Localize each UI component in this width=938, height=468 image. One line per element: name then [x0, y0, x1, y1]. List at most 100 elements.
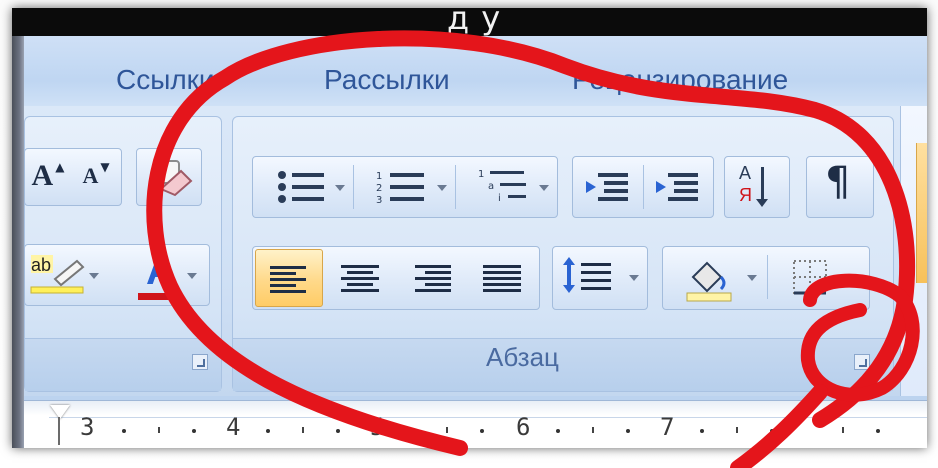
- borders-button[interactable]: [771, 249, 867, 305]
- ruler-label-7: 7: [660, 413, 675, 441]
- ruler-label-6: 6: [516, 413, 531, 441]
- shrink-font-button[interactable]: A ▼: [73, 151, 119, 201]
- ruler-dot: [876, 429, 880, 433]
- tab-mailings[interactable]: Рассылки: [324, 64, 450, 96]
- sort-letter-ya: Я: [739, 185, 752, 205]
- shading-button[interactable]: [665, 249, 765, 305]
- font-color-glyph: A: [146, 249, 175, 293]
- ruler-dot: [122, 429, 126, 433]
- shrink-arrow-icon: ▼: [100, 160, 110, 174]
- justify-icon: [483, 265, 521, 292]
- bullets-dropdown-icon[interactable]: [335, 185, 345, 191]
- borders-icon: [793, 260, 827, 295]
- svg-text:1: 1: [376, 171, 382, 182]
- highlight-dropdown-icon[interactable]: [89, 273, 99, 279]
- borders-dropdown-icon[interactable]: [851, 275, 861, 281]
- justify-button[interactable]: [469, 249, 535, 305]
- paragraph-group-label: Абзац: [486, 342, 559, 372]
- font-color-button[interactable]: A: [123, 247, 205, 303]
- indent-marker-icon[interactable]: [50, 405, 70, 419]
- bullets-button[interactable]: [255, 159, 351, 215]
- shading-borders-buttons: [662, 246, 870, 310]
- ruler-tick: [302, 427, 304, 433]
- bullets-icon: [278, 171, 324, 203]
- sort-button[interactable]: А Я: [724, 156, 790, 218]
- title-bar: д у: [12, 8, 927, 37]
- align-right-icon: [415, 265, 451, 292]
- pilcrow-icon: ¶: [825, 159, 851, 205]
- sort-letter-a: А: [739, 163, 752, 183]
- ruler-label-5: 5: [370, 413, 385, 441]
- next-group-active-button[interactable]: [916, 143, 927, 283]
- svg-text:ab: ab: [31, 255, 51, 275]
- paragraph-group-footer: [233, 338, 893, 391]
- highlight-color-buttons: ab A: [24, 244, 210, 306]
- grow-font-button[interactable]: A ▲: [25, 151, 71, 201]
- align-left-button[interactable]: [255, 249, 323, 307]
- numbering-icon: 1 2 3: [376, 171, 424, 206]
- ruler-tick: [158, 427, 160, 433]
- multilevel-list-icon: 1 a i: [478, 169, 526, 204]
- line-spacing-dropdown-icon[interactable]: [629, 275, 639, 281]
- multilevel-list-button[interactable]: 1 a i: [459, 159, 555, 215]
- font-color-icon: A: [136, 247, 192, 303]
- svg-text:1: 1: [478, 169, 484, 180]
- align-center-icon: [341, 265, 379, 292]
- ruler-dot: [192, 429, 196, 433]
- ruler-dot: [626, 429, 630, 433]
- line-spacing-icon: [563, 257, 611, 293]
- indent-marker-stem: [58, 417, 60, 445]
- clear-format-button[interactable]: [136, 148, 202, 206]
- list-buttons: 1 2 3 1 a i: [252, 156, 558, 218]
- font-color-dropdown-icon[interactable]: [187, 273, 197, 279]
- alignment-buttons: [252, 246, 540, 310]
- ruler-dot: [266, 429, 270, 433]
- sort-arrow-shaft: [761, 167, 764, 203]
- decrease-indent-button[interactable]: [575, 159, 641, 215]
- font-dialog-launcher[interactable]: [192, 354, 208, 370]
- ruler-dot: [410, 429, 414, 433]
- multilevel-dropdown-icon[interactable]: [539, 185, 549, 191]
- increase-indent-icon: [656, 173, 698, 201]
- svg-text:i: i: [498, 193, 501, 204]
- paragraph-dialog-launcher[interactable]: [854, 354, 870, 370]
- ruler-label-4: 4: [226, 413, 241, 441]
- sort-icon: А Я: [739, 163, 768, 211]
- grow-arrow-icon: ▲: [55, 160, 65, 174]
- align-center-button[interactable]: [327, 249, 393, 305]
- numbering-button[interactable]: 1 2 3: [357, 159, 453, 215]
- shading-dropdown-icon[interactable]: [747, 275, 757, 281]
- decrease-indent-icon: [586, 173, 628, 201]
- align-right-button[interactable]: [399, 249, 465, 305]
- ruler-tick: [592, 427, 594, 433]
- align-left-icon: [270, 266, 306, 293]
- tab-references[interactable]: Ссылки: [116, 64, 215, 96]
- ruler-tick: [842, 427, 844, 433]
- shading-separator: [767, 255, 768, 299]
- svg-text:2: 2: [376, 183, 382, 194]
- ruler-dot: [700, 429, 704, 433]
- ruler-dot: [770, 429, 774, 433]
- numbering-dropdown-icon[interactable]: [437, 185, 447, 191]
- line-spacing-button[interactable]: [552, 246, 648, 310]
- sort-arrow-head: [756, 199, 768, 207]
- screenshot-frame: д у Ссылки Рассылки Рецензирование A ▲ A…: [0, 0, 938, 468]
- eraser-icon: [154, 160, 193, 197]
- ruler-label-3: 3: [80, 413, 95, 441]
- ruler-dot: [336, 429, 340, 433]
- increase-indent-button[interactable]: [645, 159, 711, 215]
- ruler-track: [49, 417, 927, 442]
- ruler-dot: [556, 429, 560, 433]
- indent-buttons: [572, 156, 714, 218]
- list-separator-1: [353, 165, 354, 209]
- window-left-edge: [12, 36, 24, 448]
- font-size-buttons: A ▲ A ▼: [24, 148, 122, 206]
- svg-text:3: 3: [376, 195, 382, 206]
- tab-review[interactable]: Рецензирование: [572, 64, 788, 96]
- show-marks-button[interactable]: ¶: [806, 156, 874, 218]
- word-window: д у Ссылки Рассылки Рецензирование A ▲ A…: [12, 8, 927, 448]
- list-separator-2: [455, 165, 456, 209]
- text-highlight-button[interactable]: ab: [25, 247, 103, 303]
- ruler-dot: [480, 429, 484, 433]
- ruler-tick: [736, 427, 738, 433]
